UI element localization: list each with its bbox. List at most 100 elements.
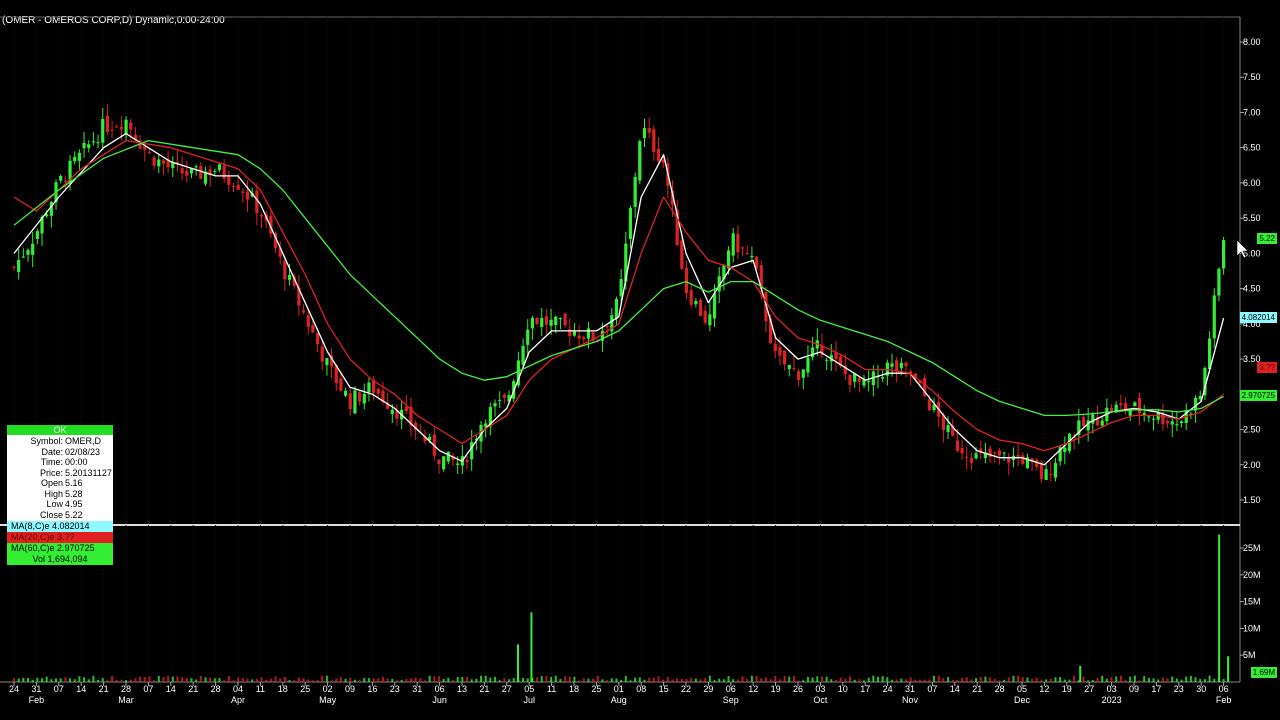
- volume-bar: [984, 676, 987, 682]
- volume-bar: [199, 675, 202, 682]
- candle-body: [180, 168, 184, 174]
- volume-bar: [176, 676, 179, 682]
- volume-bar: [704, 678, 707, 682]
- candle-body: [549, 319, 553, 326]
- candle-body: [17, 260, 21, 273]
- x-tick-label: 29: [703, 684, 713, 694]
- volume-bar: [381, 676, 384, 682]
- candle-body: [778, 347, 782, 356]
- volume-bar: [937, 675, 940, 682]
- volume-bar: [713, 680, 716, 682]
- info-value: OMER,D: [65, 436, 101, 446]
- volume-bar: [638, 677, 641, 682]
- volume-bar: [64, 677, 67, 682]
- info-key: Low: [46, 499, 63, 509]
- volume-bar: [414, 677, 417, 682]
- candle-body: [129, 122, 133, 130]
- volume-bar: [993, 678, 996, 682]
- data-window[interactable]: OK Symbol: OMER,D Date: 02/08/23 Time: 00:00 P…: [7, 425, 113, 565]
- volume-bar: [568, 676, 571, 682]
- volume-bar: [1119, 675, 1122, 682]
- candle-body: [498, 399, 502, 401]
- candle-body: [245, 191, 250, 200]
- volume-bar: [750, 675, 753, 682]
- candle-body: [348, 393, 352, 409]
- volume-bar: [288, 679, 291, 682]
- info-row: Low 4.95: [7, 499, 113, 510]
- candle-body: [656, 149, 661, 161]
- volume-bar: [1110, 677, 1113, 682]
- volume-bar: [1003, 679, 1006, 682]
- x-tick-label: 21: [99, 684, 109, 694]
- volume-bar: [31, 679, 34, 682]
- volume-bar: [78, 676, 81, 682]
- candle-body: [904, 362, 908, 367]
- volume-bar: [358, 679, 361, 682]
- x-tick-label: 19: [771, 684, 781, 694]
- candle-body: [353, 390, 357, 414]
- x-tick-label: 12: [748, 684, 758, 694]
- volume-bar: [825, 676, 828, 682]
- volume-bar: [274, 676, 277, 682]
- volume-bar: [1096, 677, 1099, 682]
- volume-spike: [530, 612, 533, 682]
- x-month-label: May: [319, 695, 337, 705]
- x-month-label: Apr: [231, 695, 245, 705]
- volume-bar: [657, 676, 660, 682]
- candle-body: [227, 176, 231, 185]
- volume-spike: [1079, 665, 1082, 682]
- volume-bar: [769, 679, 772, 682]
- candle-body: [792, 368, 796, 370]
- info-value: 5.20131127: [65, 467, 112, 478]
- candle-body: [797, 371, 801, 380]
- candle-body: [236, 184, 240, 190]
- x-tick-label: 08: [636, 684, 646, 694]
- volume-bar: [419, 678, 422, 682]
- candle-body: [1016, 455, 1020, 457]
- volume-bar: [97, 679, 100, 682]
- volume-bar: [1082, 676, 1085, 682]
- volume-bar: [442, 678, 445, 682]
- volume-bar: [400, 679, 403, 682]
- volume-bar: [1147, 677, 1150, 682]
- chart-window: (OMER - OMEROS CORP,D) Dynamic,0:00-24:0…: [0, 0, 1280, 720]
- volume-bar: [377, 678, 380, 682]
- candle-body: [1175, 424, 1179, 426]
- volume-bar: [1054, 677, 1057, 682]
- candle-body: [890, 363, 894, 367]
- candle-body: [465, 460, 469, 463]
- candle-body: [1217, 268, 1221, 296]
- volume-bar: [330, 680, 333, 682]
- x-tick-label: 03: [815, 684, 825, 694]
- candle-body: [834, 352, 838, 360]
- volume-bar: [162, 677, 165, 682]
- volume-bar: [1129, 676, 1132, 682]
- volume-bar: [213, 678, 216, 682]
- volume-bar: [778, 679, 781, 682]
- candle-body: [586, 328, 591, 339]
- info-value: 5.16: [65, 478, 83, 488]
- candle-body: [213, 170, 217, 172]
- volume-bar: [536, 677, 539, 682]
- info-row: Date: 02/08/23: [7, 447, 113, 458]
- volume-bar: [45, 676, 48, 682]
- candle-body: [526, 329, 530, 345]
- volume-value: Vol 1,694,094: [7, 554, 113, 565]
- volume-bar: [694, 678, 697, 682]
- x-tick-label: 21: [188, 684, 198, 694]
- x-tick-label: 19: [1062, 684, 1072, 694]
- candle-body: [1081, 417, 1086, 427]
- x-month-label: Sep: [723, 695, 739, 705]
- candle-body: [152, 157, 156, 166]
- ok-button[interactable]: OK: [7, 425, 113, 435]
- volume-bar: [564, 676, 567, 682]
- volume-bar: [1143, 676, 1146, 682]
- price-chart[interactable]: 8.007.507.006.506.005.505.004.504.003.50…: [0, 0, 1280, 720]
- volume-bar: [372, 678, 375, 682]
- volume-bar: [1040, 679, 1043, 682]
- y-tick-label: 1.50: [1243, 495, 1261, 505]
- volume-bar: [965, 677, 968, 682]
- volume-bar: [447, 677, 450, 682]
- volume-bar: [736, 679, 739, 682]
- candle-body: [773, 343, 777, 352]
